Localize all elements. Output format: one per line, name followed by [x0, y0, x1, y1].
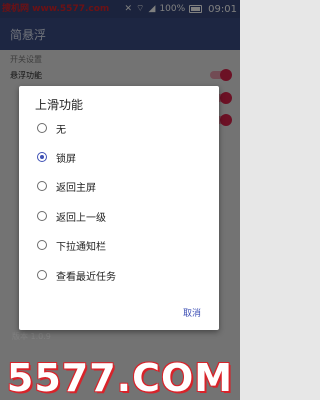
option-label: 查看最近任务 [56, 271, 116, 283]
option-label: 返回上一级 [56, 212, 106, 224]
radio-none[interactable] [37, 123, 47, 133]
dialog-title: 上滑功能 [35, 98, 84, 112]
swipe-up-action-dialog: 上滑功能 无 锁屏 返回主屏 返回上一级 下拉通知栏 查看最近任务 取消 [19, 86, 219, 330]
option-recents[interactable]: 查看最近任务 [37, 266, 116, 284]
option-label: 无 [56, 124, 66, 136]
option-label: 锁屏 [56, 153, 76, 165]
option-none[interactable]: 无 [37, 119, 66, 137]
option-label: 下拉通知栏 [56, 241, 106, 253]
option-lock-screen[interactable]: 锁屏 [37, 148, 76, 166]
radio-notification[interactable] [37, 240, 47, 250]
option-back[interactable]: 返回上一级 [37, 207, 106, 225]
radio-recents[interactable] [37, 270, 47, 280]
radio-lock-screen[interactable] [37, 152, 47, 162]
option-home[interactable]: 返回主屏 [37, 177, 96, 195]
option-label: 返回主屏 [56, 182, 96, 194]
watermark-logo-bottom: 5577.COM [6, 355, 234, 400]
cancel-button[interactable]: 取消 [183, 306, 201, 319]
radio-back[interactable] [37, 211, 47, 221]
radio-home[interactable] [37, 181, 47, 191]
option-notification[interactable]: 下拉通知栏 [37, 236, 106, 254]
